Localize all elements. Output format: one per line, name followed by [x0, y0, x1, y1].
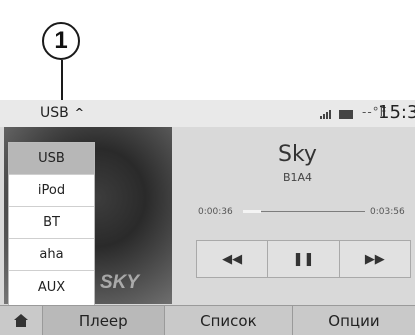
progress-bar[interactable]	[243, 210, 365, 213]
tab-player[interactable]: Плеер	[42, 306, 165, 335]
elapsed-time: 0:00:36	[198, 207, 233, 217]
source-menu-item-usb[interactable]: USB	[9, 143, 94, 175]
home-button[interactable]	[0, 306, 43, 335]
callout-number: 1	[54, 27, 68, 54]
next-button[interactable]: ▶▶	[340, 241, 410, 277]
previous-button[interactable]: ◀◀	[197, 241, 269, 277]
tab-options[interactable]: Опции	[293, 306, 415, 335]
source-label: USB	[40, 105, 69, 121]
source-menu-item-aha[interactable]: aha	[9, 239, 94, 271]
home-icon	[13, 314, 28, 327]
status-bar: USB ^ --°F 15:30	[0, 100, 415, 127]
signal-bars-icon	[320, 110, 331, 119]
track-title: Sky	[278, 142, 317, 167]
source-menu-item-bt[interactable]: BT	[9, 207, 94, 239]
previous-icon: ◀◀	[222, 251, 243, 267]
playback-controls: ◀◀ ❚❚ ▶▶	[196, 240, 411, 278]
callout-marker: 1	[42, 22, 80, 60]
source-selector[interactable]: USB ^	[40, 105, 84, 121]
battery-icon	[339, 110, 353, 119]
clock: 15:30	[378, 102, 415, 123]
source-menu-item-aux[interactable]: AUX	[9, 271, 94, 303]
next-icon: ▶▶	[364, 251, 385, 267]
tab-list[interactable]: Список	[165, 306, 293, 335]
progress-fill	[243, 210, 262, 213]
album-art-text: SKY	[100, 272, 140, 293]
track-artist: B1A4	[282, 171, 313, 184]
bottom-nav: Плеер Список Опции	[0, 305, 415, 335]
callout-line	[61, 60, 63, 102]
pause-icon: ❚❚	[292, 251, 315, 267]
multimedia-screen: USB ^ --°F 15:30 SKY USB iPod BT aha AUX…	[0, 100, 415, 335]
chevron-up-icon: ^	[74, 105, 84, 119]
pause-button[interactable]: ❚❚	[268, 241, 340, 277]
source-dropdown-menu: USB iPod BT aha AUX	[8, 142, 95, 307]
total-time: 0:03:56	[370, 207, 405, 217]
source-menu-item-ipod[interactable]: iPod	[9, 175, 94, 207]
